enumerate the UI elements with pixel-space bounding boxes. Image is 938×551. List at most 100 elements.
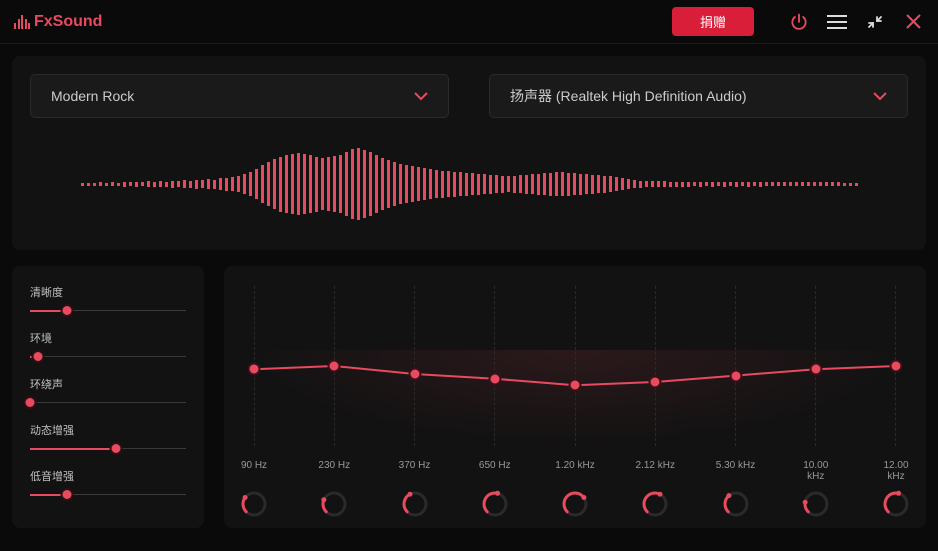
effect-slider: 环绕声 [30, 376, 186, 408]
eq-gridline [414, 286, 415, 446]
spectrum-bar [855, 183, 858, 186]
effect-slider: 清晰度 [30, 284, 186, 316]
eq-graph [254, 286, 896, 446]
spectrum-bar [477, 174, 480, 195]
spectrum-bar [225, 178, 228, 191]
preset-selector[interactable]: Modern Rock [30, 74, 449, 118]
slider-knob[interactable] [61, 304, 74, 317]
spectrum-bar [321, 158, 324, 210]
spectrum-bar [345, 152, 348, 216]
spectrum-bar [795, 182, 798, 186]
effect-slider: 动态增强 [30, 422, 186, 454]
eq-point[interactable] [890, 360, 903, 373]
eq-point[interactable] [729, 369, 742, 382]
spectrum-bar [681, 182, 684, 187]
spectrum-bar [717, 182, 720, 186]
slider-track[interactable] [30, 306, 186, 316]
spectrum-bar [399, 164, 402, 204]
spectrum-bar [495, 175, 498, 193]
spectrum-bar [531, 174, 534, 194]
slider-knob[interactable] [31, 350, 44, 363]
eq-knob[interactable] [882, 490, 910, 518]
spectrum-bar [657, 181, 660, 187]
spectrum-bar [585, 174, 588, 194]
slider-knob[interactable] [24, 396, 37, 409]
spectrum-bar [411, 166, 414, 202]
donate-button[interactable]: 捐赠 [672, 7, 754, 36]
spectrum-bar [741, 182, 744, 186]
spectrum-bar [87, 183, 90, 186]
eq-point[interactable] [649, 376, 662, 389]
eq-band-label: 5.30 kHz [716, 460, 756, 482]
spectrum-bar [675, 182, 678, 187]
close-button[interactable] [902, 11, 924, 33]
spectrum-bar [609, 176, 612, 192]
power-button[interactable] [788, 11, 810, 33]
eq-gridline [655, 286, 656, 446]
eq-knob[interactable] [641, 490, 669, 518]
eq-point[interactable] [809, 363, 822, 376]
spectrum-bar [99, 182, 102, 186]
effect-label: 动态增强 [30, 422, 186, 438]
spectrum-bar [849, 183, 852, 186]
spectrum-bar [837, 182, 840, 186]
spectrum-bar [177, 181, 180, 187]
app-name: FxSound [34, 13, 102, 31]
spectrum-bar [315, 157, 318, 212]
spectrum-bar [249, 172, 252, 196]
eq-point[interactable] [328, 360, 341, 373]
spectrum-bar [753, 182, 756, 186]
spectrum-bar [801, 182, 804, 186]
collapse-button[interactable] [864, 11, 886, 33]
eq-knob[interactable] [401, 490, 429, 518]
spectrum-bar [747, 182, 750, 187]
spectrum-bar [339, 155, 342, 213]
slider-track[interactable] [30, 490, 186, 500]
spectrum-bar [183, 180, 186, 188]
spectrum-bar [165, 182, 168, 187]
spectrum-bar [417, 167, 420, 201]
spectrum-bar [765, 182, 768, 186]
spectrum-bar [123, 182, 126, 187]
eq-point[interactable] [248, 363, 261, 376]
title-bar: FxSound 捐赠 [0, 0, 938, 44]
slider-track[interactable] [30, 444, 186, 454]
spectrum-bar [267, 162, 270, 206]
spectrum-bar [201, 180, 204, 188]
eq-knob[interactable] [722, 490, 750, 518]
chevron-down-icon [873, 88, 887, 104]
eq-knob[interactable] [561, 490, 589, 518]
spectrum-bar [597, 175, 600, 193]
spectrum-bar [303, 154, 306, 214]
eq-knobs-row [254, 490, 896, 518]
spectrum-bar [777, 182, 780, 186]
spectrum-bar [537, 174, 540, 195]
device-selector[interactable]: 扬声器 (Realtek High Definition Audio) [489, 74, 908, 118]
eq-knob[interactable] [240, 490, 268, 518]
spectrum-bar [207, 179, 210, 189]
spectrum-bar [171, 181, 174, 188]
spectrum-bar [759, 182, 762, 187]
spectrum-bar [693, 182, 696, 186]
eq-point[interactable] [408, 368, 421, 381]
spectrum-bar [273, 159, 276, 209]
spectrum-bar [153, 182, 156, 187]
menu-button[interactable] [826, 11, 848, 33]
spectrum-bar [705, 182, 708, 186]
slider-track[interactable] [30, 352, 186, 362]
spectrum-bar [807, 182, 810, 186]
spectrum-bar [645, 181, 648, 187]
spectrum-bar [189, 181, 192, 188]
spectrum-bar [633, 180, 636, 188]
eq-knob[interactable] [481, 490, 509, 518]
spectrum-bar [285, 155, 288, 213]
slider-track[interactable] [30, 398, 186, 408]
eq-point[interactable] [488, 372, 501, 385]
eq-knob[interactable] [320, 490, 348, 518]
eq-knob[interactable] [802, 490, 830, 518]
eq-point[interactable] [569, 379, 582, 392]
slider-knob[interactable] [61, 488, 74, 501]
slider-knob[interactable] [109, 442, 122, 455]
spectrum-bar [453, 172, 456, 197]
spectrum-bar [561, 172, 564, 196]
